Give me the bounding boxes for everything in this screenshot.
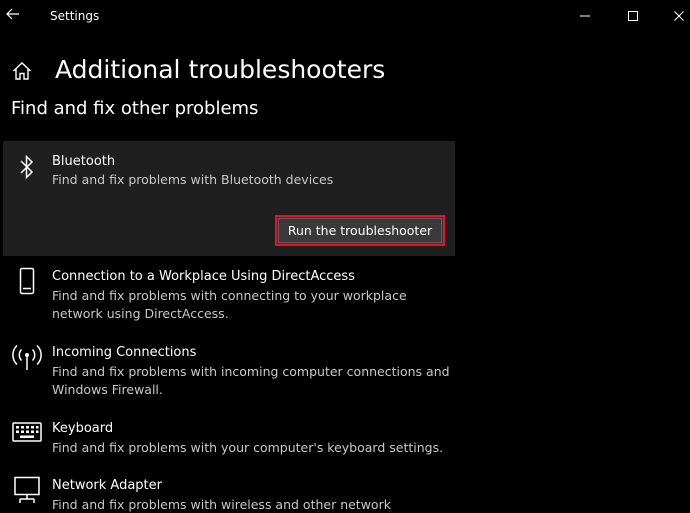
page-title: Additional troubleshooters <box>55 55 386 84</box>
troubleshooter-item-bluetooth[interactable]: Bluetooth Find and fix problems with Blu… <box>0 141 690 209</box>
home-button[interactable] <box>11 60 33 82</box>
item-description: Find and fix problems with wireless and … <box>52 497 391 512</box>
run-troubleshooter-button[interactable]: Run the troubleshooter <box>275 215 445 246</box>
minimize-icon <box>580 15 590 17</box>
item-title: Bluetooth <box>52 154 116 169</box>
troubleshooter-item-keyboard[interactable]: Keyboard Find and fix problems with your… <box>0 414 690 464</box>
phone-icon <box>12 266 42 296</box>
network-adapter-icon <box>10 475 44 505</box>
back-arrow-icon <box>6 8 19 20</box>
item-title: Connection to a Workplace Using DirectAc… <box>52 269 355 284</box>
item-title: Keyboard <box>52 421 114 436</box>
close-icon <box>674 11 684 21</box>
bluetooth-icon <box>12 152 42 182</box>
troubleshooter-item-incoming-connections[interactable]: Incoming Connections Find and fix proble… <box>0 338 690 408</box>
item-title: Incoming Connections <box>52 345 197 360</box>
keyboard-icon <box>10 417 44 447</box>
item-description: Find and fix problems with connecting to… <box>52 288 407 321</box>
close-button[interactable] <box>656 0 690 32</box>
settings-window: Settings Additional troubleshooters Find… <box>0 0 690 513</box>
item-description: Find and fix problems with your computer… <box>52 440 444 455</box>
maximize-button[interactable] <box>610 0 656 32</box>
item-description: Find and fix problems with Bluetooth dev… <box>52 172 334 187</box>
title-bar: Settings <box>0 0 690 32</box>
run-troubleshooter-label: Run the troubleshooter <box>287 223 433 238</box>
troubleshooter-item-directaccess[interactable]: Connection to a Workplace Using DirectAc… <box>0 262 690 332</box>
antenna-icon <box>10 342 44 372</box>
item-description: Find and fix problems with incoming comp… <box>52 364 450 397</box>
maximize-icon <box>628 11 638 21</box>
item-title: Network Adapter <box>52 478 162 493</box>
minimize-button[interactable] <box>562 0 608 32</box>
home-icon <box>13 62 31 80</box>
window-title: Settings <box>50 9 100 23</box>
troubleshooter-item-network-adapter[interactable]: Network Adapter Find and fix problems wi… <box>0 471 690 513</box>
back-button[interactable] <box>2 3 24 25</box>
section-title: Find and fix other problems <box>11 98 259 119</box>
